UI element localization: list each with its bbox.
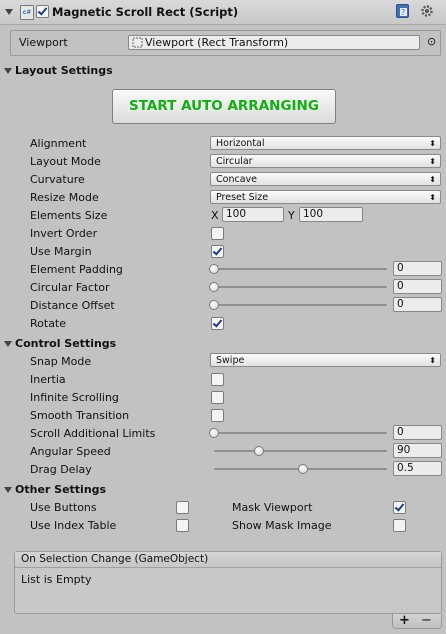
circular-factor-slider-thumb[interactable] (209, 282, 219, 292)
elements-size-y-label[interactable]: Y (288, 209, 295, 222)
circular-factor-field[interactable]: 0 (393, 279, 442, 294)
other-settings-heading[interactable]: Other Settings (15, 483, 106, 496)
angular-speed-slider-thumb[interactable] (253, 446, 264, 456)
event-title: On Selection Change (GameObject) (15, 552, 441, 568)
invert-order-checkbox[interactable] (211, 227, 224, 240)
svg-text:?: ? (401, 8, 405, 17)
use-buttons-label: Use Buttons (30, 501, 97, 514)
elements-size-label: Elements Size (30, 209, 108, 222)
curvature-label: Curvature (30, 173, 85, 186)
layout-settings-foldout-icon[interactable] (4, 68, 12, 74)
angular-speed-field[interactable]: 90 (393, 443, 442, 458)
element-padding-field[interactable]: 0 (393, 261, 442, 276)
distance-offset-slider-track[interactable] (214, 304, 387, 306)
remove-listener-button[interactable]: − (421, 613, 432, 628)
component-header: c# Magnetic Scroll Rect (Script) ? (0, 0, 446, 25)
mask-viewport-label: Mask Viewport (232, 501, 313, 514)
curvature-dropdown[interactable]: Concave ⬍ (210, 172, 441, 186)
component-enabled-checkbox[interactable] (36, 5, 49, 18)
gear-icon[interactable] (420, 4, 433, 18)
scroll-additional-limits-field[interactable]: 0 (393, 425, 442, 440)
scroll-additional-limits-label: Scroll Additional Limits (30, 427, 156, 440)
use-buttons-checkbox[interactable] (176, 501, 189, 514)
alignment-label: Alignment (30, 137, 87, 150)
smooth-transition-checkbox[interactable] (211, 409, 224, 422)
use-margin-checkbox[interactable] (211, 245, 224, 258)
script-icon: c# (20, 5, 34, 20)
element-padding-slider-thumb[interactable] (209, 264, 219, 274)
viewport-object-field[interactable]: Viewport (Rect Transform) (128, 35, 420, 50)
event-list-footer: + − (392, 613, 442, 629)
selection-change-event-list: On Selection Change (GameObject) List is… (14, 551, 442, 614)
resize-mode-dropdown[interactable]: Preset Size ⬍ (210, 190, 441, 204)
distance-offset-field[interactable]: 0 (393, 297, 442, 312)
infinite-scrolling-label: Infinite Scrolling (30, 391, 119, 404)
dropdown-arrows-icon: ⬍ (429, 175, 436, 184)
snap-mode-value: Swipe (216, 355, 245, 366)
scroll-additional-limits-slider-track[interactable] (214, 432, 387, 434)
object-picker-icon[interactable]: ⊙ (427, 35, 436, 48)
element-padding-label: Element Padding (30, 263, 123, 276)
dropdown-arrows-icon: ⬍ (429, 356, 436, 365)
alignment-value: Horizontal (216, 138, 265, 149)
alignment-dropdown[interactable]: Horizontal ⬍ (210, 136, 441, 150)
viewport-label: Viewport (19, 36, 68, 49)
dropdown-arrows-icon: ⬍ (429, 157, 436, 166)
dropdown-arrows-icon: ⬍ (429, 139, 436, 148)
distance-offset-label: Distance Offset (30, 299, 115, 312)
use-margin-label: Use Margin (30, 245, 92, 258)
add-listener-button[interactable]: + (399, 613, 410, 628)
mask-viewport-checkbox[interactable] (393, 501, 406, 514)
angular-speed-label: Angular Speed (30, 445, 111, 458)
show-mask-image-label: Show Mask Image (232, 519, 332, 532)
angular-speed-slider-track[interactable] (214, 450, 387, 452)
resize-mode-label: Resize Mode (30, 191, 99, 204)
other-settings-foldout-icon[interactable] (4, 487, 12, 493)
control-settings-heading[interactable]: Control Settings (15, 337, 116, 350)
circular-factor-slider-track[interactable] (214, 286, 387, 288)
rotate-label: Rotate (30, 317, 67, 330)
book-icon[interactable]: ? (396, 4, 409, 18)
control-settings-foldout-icon[interactable] (4, 341, 12, 347)
start-auto-arranging-button[interactable]: START AUTO ARRANGING (112, 89, 336, 124)
drag-delay-field[interactable]: 0.5 (393, 461, 442, 476)
layout-mode-dropdown[interactable]: Circular ⬍ (210, 154, 441, 168)
elements-size-y-field[interactable]: 100 (299, 207, 363, 222)
foldout-arrow-icon[interactable] (5, 9, 13, 15)
event-empty-text: List is Empty (21, 573, 92, 586)
element-padding-slider-track[interactable] (214, 268, 387, 270)
drag-delay-label: Drag Delay (30, 463, 92, 476)
scroll-additional-limits-slider-thumb[interactable] (209, 428, 219, 438)
use-index-table-checkbox[interactable] (176, 519, 189, 532)
layout-mode-value: Circular (216, 156, 253, 167)
rect-transform-icon (132, 37, 143, 48)
show-mask-image-checkbox[interactable] (393, 519, 406, 532)
inertia-label: Inertia (30, 373, 66, 386)
component-title: Magnetic Scroll Rect (Script) (52, 5, 239, 19)
use-index-table-label: Use Index Table (30, 519, 117, 532)
rotate-checkbox[interactable] (211, 317, 224, 330)
elements-size-x-field[interactable]: 100 (222, 207, 284, 222)
inertia-checkbox[interactable] (211, 373, 224, 386)
distance-offset-slider-thumb[interactable] (209, 300, 219, 310)
smooth-transition-label: Smooth Transition (30, 409, 130, 422)
invert-order-label: Invert Order (30, 227, 98, 240)
infinite-scrolling-checkbox[interactable] (211, 391, 224, 404)
resize-mode-value: Preset Size (216, 192, 269, 203)
dropdown-arrows-icon: ⬍ (429, 193, 436, 202)
snap-mode-label: Snap Mode (30, 355, 92, 368)
drag-delay-slider-thumb[interactable] (298, 464, 308, 474)
layout-mode-label: Layout Mode (30, 155, 101, 168)
circular-factor-label: Circular Factor (30, 281, 110, 294)
layout-settings-heading[interactable]: Layout Settings (15, 64, 113, 77)
elements-size-x-label[interactable]: X (211, 209, 219, 222)
curvature-value: Concave (216, 174, 257, 185)
snap-mode-dropdown[interactable]: Swipe ⬍ (210, 353, 441, 367)
viewport-value: Viewport (Rect Transform) (145, 36, 289, 49)
